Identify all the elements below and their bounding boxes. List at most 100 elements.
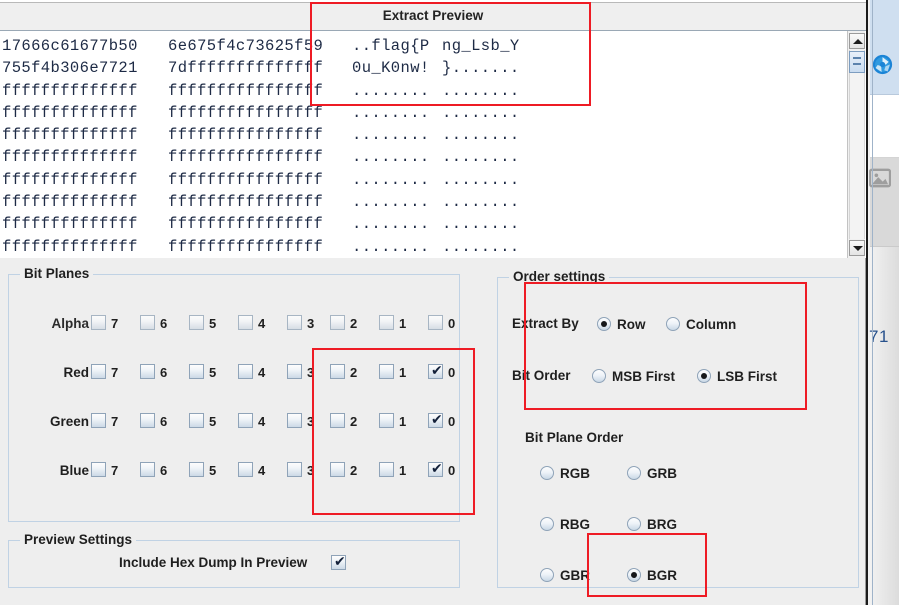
bit-plane-cell: ✔ 0	[428, 363, 474, 383]
bit-plane-cell: 2	[330, 461, 376, 481]
scroll-up-button[interactable]	[849, 33, 865, 49]
checkbox-blue-bit-5[interactable]	[189, 462, 204, 477]
checkbox-red-bit-1[interactable]	[379, 364, 394, 379]
bit-plane-cell: 1	[379, 461, 425, 481]
ascii-column-2: ........	[442, 169, 520, 191]
bit-number-label: 2	[350, 463, 358, 478]
ascii-column-2: ........	[442, 191, 520, 213]
checkbox-red-bit-7[interactable]	[91, 364, 106, 379]
hex-dump-row: 17666c61677b50 6e675f4c73625f59 ..flag{P ng…	[2, 35, 520, 57]
checkbox-green-bit-1[interactable]	[379, 413, 394, 428]
checkbox-blue-bit-0[interactable]: ✔	[428, 461, 443, 477]
ascii-column-2: }.......	[442, 59, 520, 78]
radio-indicator[interactable]	[597, 317, 611, 331]
radio-indicator[interactable]	[627, 568, 641, 582]
radio-extract-by-column-label: Column	[686, 317, 737, 332]
checkbox-green-bit-2[interactable]	[330, 413, 345, 428]
checkbox-green-bit-7[interactable]	[91, 413, 106, 428]
bit-plane-cell: 5	[189, 412, 235, 432]
checkbox-green-bit-5[interactable]	[189, 413, 204, 428]
checkbox-alpha-bit-1	[379, 315, 394, 330]
background-divider	[866, 0, 868, 605]
checkbox-green-bit-4[interactable]	[238, 413, 253, 428]
bit-plane-cell: ✔ 0	[428, 412, 474, 432]
checkbox-red-bit-3[interactable]	[287, 364, 302, 379]
scrollbar-track[interactable]	[849, 50, 865, 239]
hex-dump-row: ffffffffffffffffffffffffffffff..........…	[2, 124, 520, 146]
bit-number-label: 3	[307, 365, 315, 380]
hex-column-1: ffffffffffffff	[2, 213, 168, 235]
bit-number-label: 2	[350, 316, 358, 331]
checkbox-red-bit-4[interactable]	[238, 364, 253, 379]
background-strip-lower	[870, 247, 899, 605]
hex-column-2: ffffffffffffffff	[168, 191, 352, 213]
bit-number-label: 4	[258, 463, 266, 478]
radio-indicator[interactable]	[666, 317, 680, 331]
bit-plane-cell: 7	[91, 363, 137, 383]
checkbox-green-bit-0[interactable]: ✔	[428, 412, 443, 428]
bit-plane-cell: 5	[189, 363, 235, 383]
extract-by-label: Extract By	[512, 316, 579, 331]
bit-number-label: 1	[399, 463, 407, 478]
checkbox-blue-bit-6[interactable]	[140, 462, 155, 477]
radio-indicator[interactable]	[540, 517, 554, 531]
hex-preview-pane[interactable]: 17666c61677b50 6e675f4c73625f59 ..flag{P ng…	[0, 31, 866, 258]
preview-vertical-scrollbar[interactable]	[847, 31, 865, 258]
include-hex-dump-checkbox[interactable]: ✔	[331, 554, 346, 570]
background-strip-white	[870, 95, 899, 158]
checkbox-alpha-bit-6	[140, 315, 155, 330]
checkbox-red-bit-2[interactable]	[330, 364, 345, 379]
scroll-down-button[interactable]	[849, 240, 865, 256]
hex-dump-row: ffffffffffffffffffffffffffffff..........…	[2, 102, 520, 124]
checkbox-red-bit-0[interactable]: ✔	[428, 363, 443, 379]
checkbox-green-bit-3[interactable]	[287, 413, 302, 428]
ascii-column-2: ........	[442, 213, 520, 235]
bit-number-label: 5	[209, 316, 217, 331]
checkbox-red-bit-6[interactable]	[140, 364, 155, 379]
bit-number-label: 7	[111, 316, 119, 331]
bit-number-label: 7	[111, 365, 119, 380]
radio-indicator[interactable]	[627, 466, 641, 480]
radio-indicator[interactable]	[540, 466, 554, 480]
radio-selected-dot-icon	[631, 572, 637, 578]
radio-indicator[interactable]	[627, 517, 641, 531]
order-settings-group: Order settings Extract By Row Column Bit …	[497, 269, 859, 588]
extract-preview-dialog: Extract Preview 17666c61677b50 6e675f4c73…	[0, 0, 866, 605]
bit-number-label: 6	[160, 414, 168, 429]
bit-plane-cell: 1	[379, 412, 425, 432]
bit-plane-cell: 3	[287, 412, 333, 432]
radio-indicator[interactable]	[592, 369, 606, 383]
bit-number-label: 6	[160, 463, 168, 478]
checkbox-blue-bit-2[interactable]	[330, 462, 345, 477]
hex-column-1: ffffffffffffff	[2, 191, 168, 213]
bit-number-label: 6	[160, 316, 168, 331]
bit-number-label: 0	[448, 463, 456, 478]
ascii-column-2: ........	[442, 102, 520, 124]
bit-number-label: 3	[307, 316, 315, 331]
application-window: 7 1 Extract Preview 17666c61677b50 6e675f4…	[0, 0, 899, 605]
checkbox-blue-bit-1[interactable]	[379, 462, 394, 477]
checkbox-blue-bit-7[interactable]	[91, 462, 106, 477]
checkbox-red-bit-5[interactable]	[189, 364, 204, 379]
hex-column-1: ffffffffffffff	[2, 169, 168, 191]
checkbox-green-bit-6[interactable]	[140, 413, 155, 428]
bit-number-label: 6	[160, 365, 168, 380]
radio-extract-by-row-label: Row	[617, 317, 646, 332]
hex-column-2: ffffffffffffffff	[168, 146, 352, 168]
ascii-column-1: ........	[352, 102, 442, 124]
radio-indicator[interactable]	[540, 568, 554, 582]
bit-plane-cell: 7	[91, 461, 137, 481]
radio-selected-dot-icon	[601, 321, 607, 327]
ascii-column-1: ........	[352, 169, 442, 191]
radio-bit-order-lsb-first-label: LSB First	[717, 369, 778, 384]
bit-number-label: 5	[209, 365, 217, 380]
radio-indicator[interactable]	[697, 369, 711, 383]
ascii-column-2: ........	[442, 146, 520, 168]
bit-plane-order-title: Bit Plane Order	[525, 430, 624, 445]
scrollbar-thumb[interactable]	[849, 51, 865, 73]
checkbox-blue-bit-4[interactable]	[238, 462, 253, 477]
bit-plane-channel-label: Green	[49, 414, 89, 429]
checkbox-blue-bit-3[interactable]	[287, 462, 302, 477]
bit-plane-row-green: Green 7 6 5 4 3 2 1 ✔ 0	[9, 409, 461, 435]
bit-plane-cell: 4	[238, 363, 284, 383]
